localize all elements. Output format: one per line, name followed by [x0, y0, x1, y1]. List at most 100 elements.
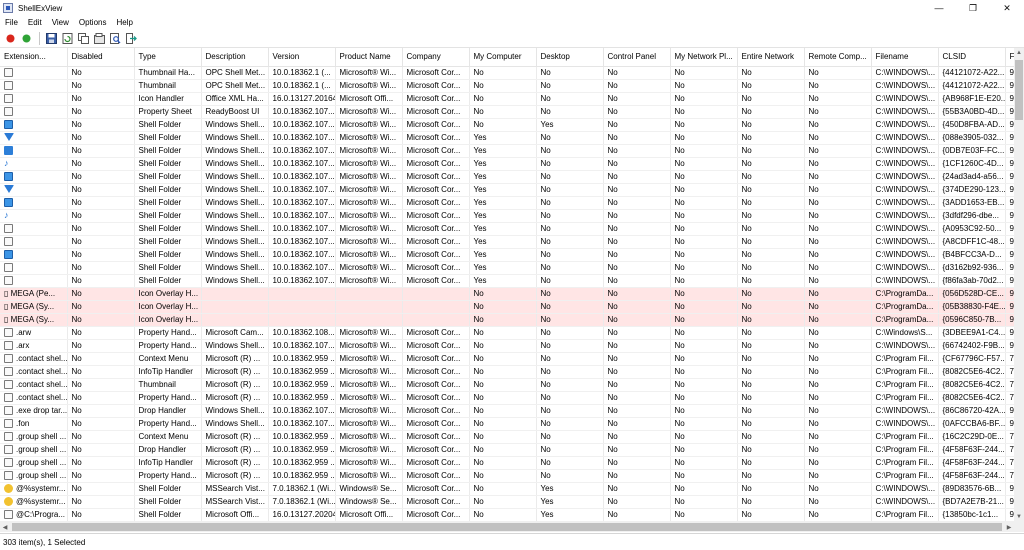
table-row[interactable]: ▯ MEGA (Sy... No Icon Overlay H... No No No No… — [0, 313, 1014, 327]
save-button[interactable] — [44, 31, 58, 45]
column-header-control-panel[interactable]: Control Panel — [603, 48, 671, 67]
menu-edit[interactable]: Edit — [23, 18, 47, 27]
cell-desktop: No — [536, 261, 604, 275]
horizontal-scroll-thumb[interactable] — [12, 523, 1002, 531]
cell-text: No — [674, 275, 685, 285]
table-row[interactable]: No Shell Folder Windows Shell... 10.0.18362… — [0, 183, 1014, 197]
menu-view[interactable]: View — [47, 18, 74, 27]
table-row[interactable]: .exe drop tar... No Drop Handler Windows Sh… — [0, 404, 1014, 418]
properties-button[interactable] — [92, 31, 106, 45]
cell-text: {89D83576-6B... — [942, 483, 1002, 493]
scroll-up-icon[interactable]: ▲ — [1014, 48, 1024, 58]
column-header-type[interactable]: Type — [134, 48, 202, 67]
table-row[interactable]: No Shell Folder Windows Shell... 10.0.18362… — [0, 196, 1014, 210]
scroll-down-icon[interactable]: ▼ — [1014, 512, 1024, 522]
copy-button[interactable] — [76, 31, 90, 45]
column-header-my-computer[interactable]: My Computer — [469, 48, 537, 67]
table-row[interactable]: No Shell Folder Windows Shell... 10.0.18362… — [0, 131, 1014, 145]
cell-remote-computer: No — [804, 391, 872, 405]
column-header-extension[interactable]: Extension... — [0, 48, 68, 67]
column-header-desktop[interactable]: Desktop — [536, 48, 604, 67]
cell-text: InfoTip Handler — [138, 366, 193, 376]
column-header-product-name[interactable]: Product Name — [335, 48, 403, 67]
cell-text: No — [473, 340, 484, 350]
table-row[interactable]: No Property Sheet ReadyBoost UI 10.0.18362.… — [0, 105, 1014, 119]
scroll-right-icon[interactable]: ▶ — [1004, 522, 1014, 532]
cell-remote-computer: No — [804, 482, 872, 496]
column-header-remote-computer[interactable]: Remote Comp... — [804, 48, 872, 67]
table-row[interactable]: .contact shel... No Context Menu Microsoft … — [0, 352, 1014, 366]
table-row[interactable]: No Thumbnail OPC Shell Met... 10.0.18362.1 … — [0, 79, 1014, 93]
vertical-scrollbar[interactable]: ▲ ▼ — [1014, 48, 1024, 522]
table-row[interactable]: No Thumbnail Ha... OPC Shell Met... 10.0.18… — [0, 66, 1014, 80]
cell-my-network-places: No — [670, 222, 738, 236]
table-row[interactable]: No Shell Folder Windows Shell... 10.0.18362… — [0, 248, 1014, 262]
table-row[interactable]: No Shell Folder Windows Shell... 10.0.18362… — [0, 170, 1014, 184]
table-row[interactable]: No Shell Folder Windows Shell... 10.0.18362… — [0, 222, 1014, 236]
disable-button[interactable] — [3, 31, 17, 45]
find-button[interactable] — [108, 31, 122, 45]
column-header-clsid[interactable]: CLSID — [938, 48, 1006, 67]
menu-help[interactable]: Help — [111, 18, 137, 27]
exit-button[interactable] — [124, 31, 138, 45]
table-row[interactable]: @%systemr... No Shell Folder MSSearch Vist.… — [0, 482, 1014, 496]
menu-file[interactable]: File — [0, 18, 23, 27]
menu-options[interactable]: Options — [74, 18, 112, 27]
table-row[interactable]: ▯ MEGA (Pe... No Icon Overlay H... No No No No… — [0, 287, 1014, 301]
table-row[interactable]: No Shell Folder Windows Shell... 10.0.18362… — [0, 118, 1014, 132]
table-row[interactable]: .contact shel... No Thumbnail Microsoft (R)… — [0, 378, 1014, 392]
table-row[interactable]: ♪ No Shell Folder Windows Shell... 10.0.1836… — [0, 209, 1014, 223]
column-header-description[interactable]: Description — [201, 48, 269, 67]
column-header-version[interactable]: Version — [268, 48, 336, 67]
cell-type: Shell Folder — [134, 261, 202, 275]
column-header-company[interactable]: Company — [402, 48, 470, 67]
cell-desktop: No — [536, 443, 604, 457]
table-row[interactable]: .group shell ... No Drop Handler Microsoft … — [0, 443, 1014, 457]
enable-button[interactable] — [19, 31, 33, 45]
column-header-filename[interactable]: Filename — [871, 48, 939, 67]
cell-my-network-places: No — [670, 391, 738, 405]
table-row[interactable]: .arw No Property Hand... Microsoft Cam... 10… — [0, 326, 1014, 340]
column-header-entire-network[interactable]: Entire Network — [737, 48, 805, 67]
refresh-button[interactable] — [60, 31, 74, 45]
table-row[interactable]: No Icon Handler Office XML Ha... 16.0.13127… — [0, 92, 1014, 106]
table-row[interactable]: .contact shel... No InfoTip Handler Microso… — [0, 365, 1014, 379]
column-header-file-date[interactable]: Fi — [1005, 48, 1014, 67]
cell-version: 7.0.18362.1 (Wi... — [268, 495, 336, 509]
maximize-button[interactable]: ❐ — [956, 0, 990, 16]
scroll-left-icon[interactable]: ◀ — [0, 522, 10, 532]
table-row[interactable]: .contact shel... No Property Hand... Micros… — [0, 391, 1014, 405]
minimize-button[interactable]: — — [922, 0, 956, 16]
table-row[interactable]: .arx No Property Hand... Windows Shell... 10… — [0, 339, 1014, 353]
table-row[interactable]: .group shell ... No Property Hand... Micros… — [0, 469, 1014, 483]
column-header-disabled[interactable]: Disabled — [67, 48, 135, 67]
table-row[interactable]: No Shell Folder Windows Shell... 10.0.18362… — [0, 274, 1014, 288]
table-row[interactable]: @%systemr... No Shell Folder MSSearch Vist.… — [0, 495, 1014, 509]
cell-text: C:\WINDOWS\... — [875, 93, 936, 103]
column-header-my-network-places[interactable]: My Network Pl... — [670, 48, 738, 67]
cell-text: Yes — [473, 158, 487, 168]
table-row[interactable]: No Shell Folder Windows Shell... 10.0.18362… — [0, 235, 1014, 249]
cell-text: No — [540, 223, 551, 233]
cell-text: No — [808, 457, 819, 467]
cell-type: Icon Handler — [134, 92, 202, 106]
document-icon — [4, 353, 13, 363]
table-row[interactable]: ♪ No Shell Folder Windows Shell... 10.0.1836… — [0, 157, 1014, 171]
table-row[interactable]: .group shell ... No Context Menu Microsoft … — [0, 430, 1014, 444]
table-row[interactable]: No Shell Folder Windows Shell... 10.0.18362… — [0, 144, 1014, 158]
cell-version: 10.0.18362.959 ... — [268, 430, 336, 444]
cell-remote-computer: No — [804, 66, 872, 80]
cell-disabled: No — [67, 417, 135, 431]
document-icon — [4, 106, 13, 116]
close-button[interactable]: ✕ — [990, 0, 1024, 16]
horizontal-scrollbar[interactable]: ◀ ▶ — [0, 522, 1014, 532]
table-row[interactable]: .group shell ... No InfoTip Handler Microso… — [0, 456, 1014, 470]
cell-file-date: 9/ — [1005, 274, 1014, 288]
table-row[interactable]: @C:\Progra... No Shell Folder Microsoft Off… — [0, 508, 1014, 522]
cell-my-computer: Yes — [469, 248, 537, 262]
table-row[interactable]: No Shell Folder Windows Shell... 10.0.18362… — [0, 261, 1014, 275]
table-row[interactable]: .fon No Property Hand... Windows Shell... 10… — [0, 417, 1014, 431]
table-row[interactable]: ▯ MEGA (Sy... No Icon Overlay H... No No No No… — [0, 300, 1014, 314]
vertical-scroll-thumb[interactable] — [1015, 60, 1023, 120]
cell-product-name: Microsoft® Wi... — [335, 131, 403, 145]
